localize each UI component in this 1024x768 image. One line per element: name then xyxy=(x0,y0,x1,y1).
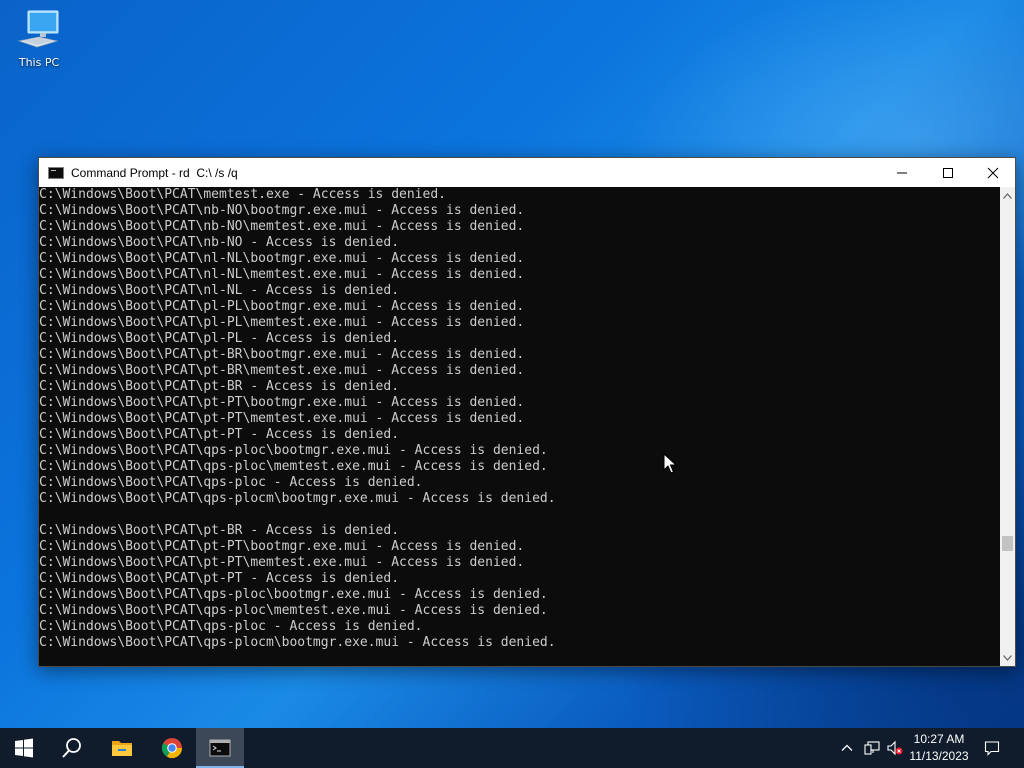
cmd-icon xyxy=(48,166,64,179)
command-prompt-window[interactable]: Command Prompt - rd C:\ /s /q C:\Windows… xyxy=(38,157,1016,667)
console-line: C:\Windows\Boot\PCAT\pt-BR - Access is d… xyxy=(39,523,400,538)
console-line: C:\Windows\Boot\PCAT\nl-NL\memtest.exe.m… xyxy=(39,267,525,282)
console-line: C:\Windows\Boot\PCAT\nl-NL - Access is d… xyxy=(39,283,400,298)
console-line: C:\Windows\Boot\PCAT\pt-PT - Access is d… xyxy=(39,571,400,586)
console-line: C:\Windows\Boot\PCAT\qps-ploc\bootmgr.ex… xyxy=(39,443,548,458)
console-line: C:\Windows\Boot\PCAT\pt-PT\memtest.exe.m… xyxy=(39,411,525,426)
file-explorer-button[interactable] xyxy=(98,728,146,768)
console-line: C:\Windows\Boot\PCAT\qps-ploc\memtest.ex… xyxy=(39,459,548,474)
maximize-icon xyxy=(943,167,953,178)
scroll-down-button[interactable] xyxy=(1000,649,1015,666)
mouse-pointer-icon xyxy=(663,453,677,474)
console-line: C:\Windows\Boot\PCAT\nb-NO\memtest.exe.m… xyxy=(39,219,525,234)
desktop-icon-label: This PC xyxy=(18,56,60,69)
console-line: C:\Windows\Boot\PCAT\qps-ploc\bootmgr.ex… xyxy=(39,587,548,602)
desktop-icon-this-pc[interactable]: This PC xyxy=(8,8,70,78)
console-line: C:\Windows\Boot\PCAT\memtest.exe - Acces… xyxy=(39,187,446,202)
console-line: C:\Windows\Boot\PCAT\pl-PL\bootmgr.exe.m… xyxy=(39,299,525,314)
console-output[interactable]: C:\Windows\Boot\PCAT\memtest.exe - Acces… xyxy=(39,187,1000,666)
network-button[interactable] xyxy=(862,728,882,768)
start-button[interactable] xyxy=(0,728,48,768)
console-line: C:\Windows\Boot\PCAT\pt-BR\memtest.exe.m… xyxy=(39,363,525,378)
console-line: C:\Windows\Boot\PCAT\pt-PT\memtest.exe.m… xyxy=(39,555,525,570)
computer-icon xyxy=(17,10,59,48)
chevron-up-icon xyxy=(841,744,853,751)
folder-icon xyxy=(112,741,132,756)
taskbar: 10:27 AM 11/13/2023 xyxy=(0,728,1024,768)
search-button[interactable] xyxy=(48,728,96,768)
clock-date: 11/13/2023 xyxy=(909,749,969,763)
cmd-icon xyxy=(209,739,231,757)
window-title: Command Prompt - rd C:\ /s /q xyxy=(71,165,238,180)
scroll-up-button[interactable] xyxy=(1000,187,1015,204)
console-lines: C:\Windows\Boot\PCAT\memtest.exe - Acces… xyxy=(39,187,1000,651)
console-line: C:\Windows\Boot\PCAT\pt-PT\bootmgr.exe.m… xyxy=(39,395,525,410)
scroll-thumb[interactable] xyxy=(1002,536,1013,551)
minimize-button[interactable] xyxy=(879,158,925,187)
vertical-scrollbar[interactable] xyxy=(1000,187,1015,666)
console-line: C:\Windows\Boot\PCAT\qps-ploc\memtest.ex… xyxy=(39,603,548,618)
close-icon xyxy=(987,167,999,178)
console-line: C:\Windows\Boot\PCAT\pt-PT - Access is d… xyxy=(39,427,400,442)
close-button[interactable] xyxy=(970,158,1016,187)
console-line: C:\Windows\Boot\PCAT\qps-plocm\bootmgr.e… xyxy=(39,635,556,650)
console-line: C:\Windows\Boot\PCAT\qps-plocm\bootmgr.e… xyxy=(39,491,556,506)
maximize-button[interactable] xyxy=(925,158,971,187)
console-line: C:\Windows\Boot\PCAT\nb-NO\bootmgr.exe.m… xyxy=(39,203,525,218)
console-line: C:\Windows\Boot\PCAT\pt-BR\bootmgr.exe.m… xyxy=(39,347,525,362)
console-line: C:\Windows\Boot\PCAT\pt-PT\bootmgr.exe.m… xyxy=(39,539,525,554)
chrome-icon xyxy=(161,738,183,759)
notification-icon xyxy=(984,741,1000,756)
windows-logo-icon xyxy=(15,738,33,758)
clock[interactable]: 10:27 AM 11/13/2023 xyxy=(908,730,970,766)
chrome-button[interactable] xyxy=(148,728,196,768)
console-line: C:\Windows\Boot\PCAT\qps-ploc - Access i… xyxy=(39,475,423,490)
console-line: C:\Windows\Boot\PCAT\pl-PL\memtest.exe.m… xyxy=(39,315,525,330)
search-icon xyxy=(62,738,81,758)
clock-time: 10:27 AM xyxy=(913,732,965,746)
console-line: C:\Windows\Boot\PCAT\nl-NL\bootmgr.exe.m… xyxy=(39,251,525,266)
volume-button[interactable] xyxy=(884,728,906,768)
title-bar[interactable]: Command Prompt - rd C:\ /s /q xyxy=(39,158,1015,187)
volume-muted-icon xyxy=(887,740,903,756)
console-line: C:\Windows\Boot\PCAT\qps-ploc - Access i… xyxy=(39,619,423,634)
network-icon xyxy=(864,741,880,755)
console-line: C:\Windows\Boot\PCAT\nb-NO - Access is d… xyxy=(39,235,400,250)
console-line: C:\Windows\Boot\PCAT\pl-PL - Access is d… xyxy=(39,331,400,346)
chevron-up-icon xyxy=(1003,192,1012,199)
console-line: C:\Windows\Boot\PCAT\pt-BR - Access is d… xyxy=(39,379,400,394)
show-hidden-icons-button[interactable] xyxy=(838,728,856,768)
action-center-button[interactable] xyxy=(980,728,1004,768)
minimize-icon xyxy=(897,172,907,173)
chevron-down-icon xyxy=(1003,654,1012,661)
command-prompt-taskbar-button[interactable] xyxy=(196,728,244,768)
